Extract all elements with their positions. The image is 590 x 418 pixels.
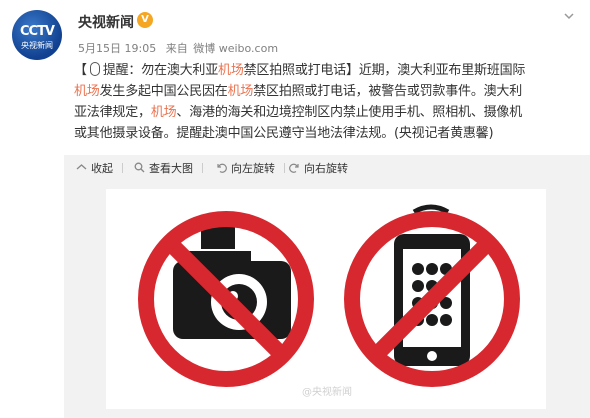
- no-camera-no-phone-sign: [138, 204, 520, 387]
- source-label: 来自: [165, 42, 188, 55]
- keyword-link[interactable]: 机场: [228, 84, 254, 99]
- collapse-icon: [76, 164, 87, 170]
- chevron-down-icon[interactable]: [563, 10, 575, 22]
- verified-badge-icon: V: [137, 12, 153, 28]
- avatar-subtitle: 央视新闻: [21, 41, 53, 50]
- view-large-button[interactable]: 查看大图: [134, 155, 203, 183]
- rotate-right-button[interactable]: 向右旋转: [289, 155, 348, 183]
- watermark: @央视新闻: [302, 387, 352, 398]
- collapse-button[interactable]: 收起: [76, 155, 123, 183]
- image-toolbar: 收起 查看大图 向左旋转 向右旋转: [64, 155, 590, 183]
- post-time[interactable]: 5月15日 19:05: [78, 42, 156, 55]
- user-name[interactable]: 央视新闻: [78, 12, 134, 32]
- rotate-left-button[interactable]: 向左旋转: [216, 155, 285, 183]
- no-camera-sign-icon: [138, 211, 314, 387]
- keyword-link[interactable]: 机场: [151, 105, 177, 120]
- microphone-icon: [89, 62, 100, 76]
- post-image[interactable]: [106, 189, 546, 409]
- image-panel: @央视新闻: [64, 183, 590, 418]
- rotate-left-icon: [217, 163, 227, 173]
- post-text-line: 或其他摄录设备。提醒赴澳中国公民遵守当地法律法规。(央视记者黄惠馨): [74, 126, 494, 141]
- bracket-open: 【: [74, 63, 87, 78]
- no-phone-sign-icon: [344, 204, 520, 387]
- post-text: 【提醒：勿在澳大利亚机场禁区拍照或打电话】近期，澳大利亚布里斯班国际 机场发生多…: [74, 60, 579, 144]
- avatar[interactable]: CCTV 央视新闻: [12, 10, 62, 60]
- post-source[interactable]: 微博 weibo.com: [193, 42, 278, 55]
- magnifier-icon: [134, 162, 145, 173]
- rotate-right-icon: [289, 163, 299, 173]
- keyword-link[interactable]: 机场: [74, 84, 100, 99]
- post-meta: 5月15日 19:05 来自 微博 weibo.com: [78, 40, 284, 56]
- cctv-logo: CCTV: [19, 24, 55, 39]
- keyword-link[interactable]: 机场: [218, 63, 244, 78]
